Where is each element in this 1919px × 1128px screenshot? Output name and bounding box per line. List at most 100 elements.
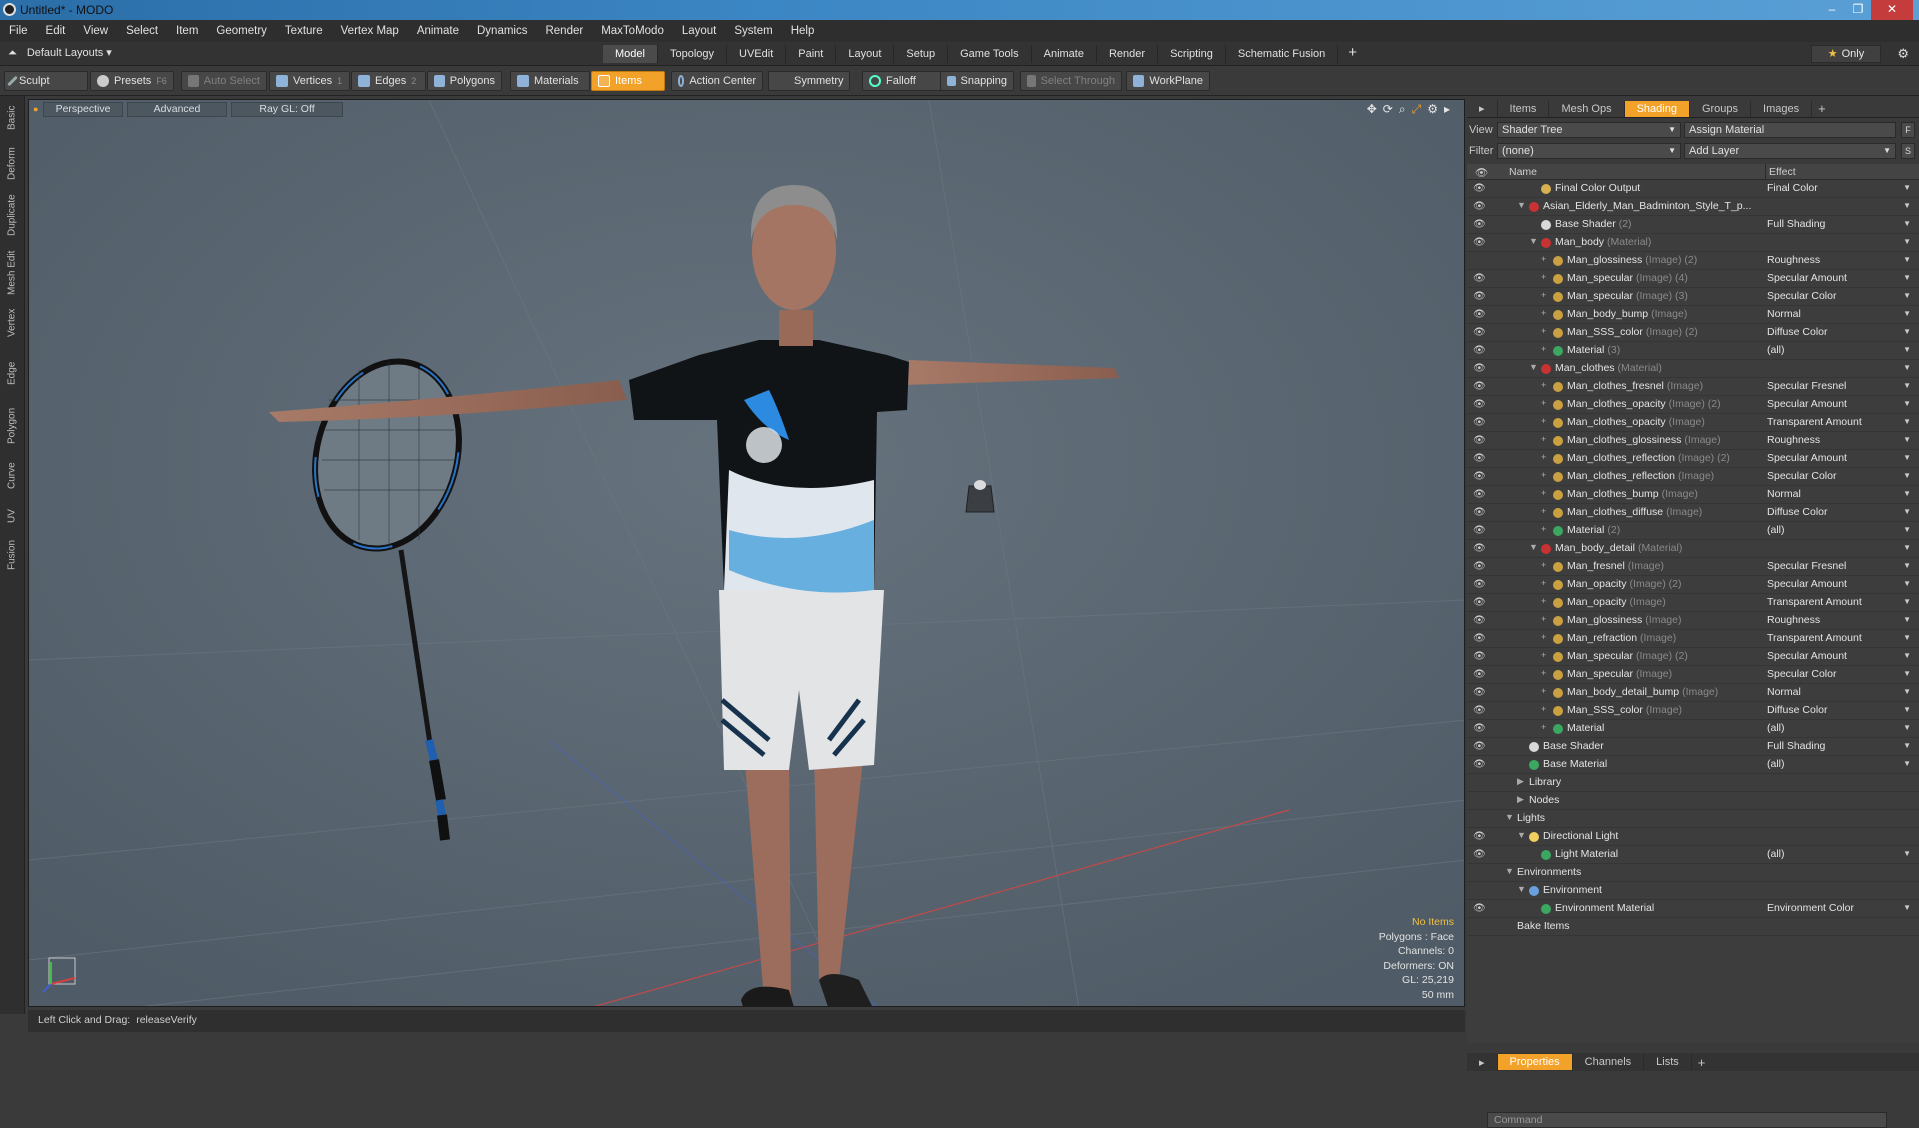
effect-dropdown[interactable]: Specular Amount ▼ xyxy=(1767,272,1915,284)
tab-setup[interactable]: Setup xyxy=(894,45,949,63)
tab-shading[interactable]: Shading xyxy=(1624,100,1690,117)
add-tab-icon[interactable]: + xyxy=(1812,101,1832,116)
menu-texture[interactable]: Texture xyxy=(276,25,332,37)
effect-dropdown[interactable]: Diffuse Color ▼ xyxy=(1767,704,1915,716)
tab-lists[interactable]: Lists xyxy=(1644,1054,1692,1070)
tab-render[interactable]: Render xyxy=(1097,45,1159,63)
tree-row[interactable]: 👁 + Man_clothes_bump (Image) Normal ▼ xyxy=(1467,486,1919,504)
tree-row[interactable]: ▶ Library xyxy=(1467,774,1919,792)
visibility-eye-icon[interactable]: 👁 xyxy=(1473,435,1486,446)
tree-row[interactable]: 👁 Environment Material Environment Color ▼ xyxy=(1467,900,1919,918)
tree-row[interactable]: 👁 ▼ Man_body (Material) ▼ xyxy=(1467,234,1919,252)
tab-topology[interactable]: Topology xyxy=(658,45,728,63)
tree-row[interactable]: 👁 ▼ Man_body_detail (Material) ▼ xyxy=(1467,540,1919,558)
visibility-eye-icon[interactable]: 👁 xyxy=(1473,831,1486,842)
visibility-eye-icon[interactable]: 👁 xyxy=(1473,309,1486,320)
raygl-toggle[interactable]: Ray GL: Off xyxy=(231,102,343,117)
layer-plus-icon[interactable]: + xyxy=(1541,308,1546,318)
tree-row[interactable]: 👁 + Man_refraction (Image) Transparent Amoun… xyxy=(1467,630,1919,648)
add-tab-icon[interactable]: + xyxy=(1338,45,1367,63)
layer-plus-icon[interactable]: + xyxy=(1541,560,1546,570)
tab-model[interactable]: Model xyxy=(603,45,658,63)
name-column-header[interactable]: Name xyxy=(1509,166,1537,178)
layer-plus-icon[interactable]: + xyxy=(1541,650,1546,660)
effect-dropdown[interactable]: Roughness ▼ xyxy=(1767,254,1915,266)
effect-dropdown[interactable]: Transparent Amount ▼ xyxy=(1767,596,1915,608)
menu-layout[interactable]: Layout xyxy=(673,25,726,37)
layer-plus-icon[interactable]: + xyxy=(1541,434,1546,444)
tab-items[interactable]: Items xyxy=(1498,100,1550,117)
effect-dropdown[interactable]: (all) ▼ xyxy=(1767,848,1915,860)
layer-plus-icon[interactable]: + xyxy=(1541,488,1546,498)
expand-arrow-icon[interactable]: ▼ xyxy=(1517,200,1526,210)
edges-button[interactable]: Edges 2 xyxy=(351,71,426,91)
tree-row[interactable]: 👁 + Man_clothes_reflection (Image) Specular … xyxy=(1467,468,1919,486)
menu-render[interactable]: Render xyxy=(536,25,592,37)
expand-arrow-icon[interactable]: ▼ xyxy=(1529,542,1538,552)
visibility-eye-icon[interactable]: 👁 xyxy=(1473,453,1486,464)
visibility-eye-icon[interactable]: 👁 xyxy=(1473,759,1486,770)
layer-plus-icon[interactable]: + xyxy=(1541,398,1546,408)
tab-scripting[interactable]: Scripting xyxy=(1158,45,1226,63)
effect-dropdown[interactable]: Normal ▼ xyxy=(1767,308,1915,320)
rotate-icon[interactable]: ⟳ xyxy=(1383,102,1393,117)
tree-row[interactable]: ▼ Lights xyxy=(1467,810,1919,828)
presets-button[interactable]: Presets F6 xyxy=(90,71,174,91)
tree-row[interactable]: + Man_glossiness (Image) (2) Roughness ▼ xyxy=(1467,252,1919,270)
layer-plus-icon[interactable]: + xyxy=(1541,380,1546,390)
visibility-eye-icon[interactable]: 👁 xyxy=(1473,399,1486,410)
menu-vertex-map[interactable]: Vertex Map xyxy=(332,25,408,37)
visibility-eye-icon[interactable]: 👁 xyxy=(1473,705,1486,716)
effect-dropdown[interactable]: Transparent Amount ▼ xyxy=(1767,632,1915,644)
add-tab-icon[interactable]: + xyxy=(1692,1055,1712,1070)
tree-row[interactable]: 👁 Base Material (all) ▼ xyxy=(1467,756,1919,774)
expand-arrow-icon[interactable]: ▶ xyxy=(1517,776,1524,787)
maximize-icon[interactable]: ❐ xyxy=(1845,0,1871,20)
falloff-button[interactable]: Falloff xyxy=(862,71,946,91)
layer-plus-icon[interactable]: + xyxy=(1541,254,1546,264)
effect-dropdown[interactable]: Final Color ▼ xyxy=(1767,182,1915,194)
viewport-scene[interactable] xyxy=(29,100,1465,1007)
filter-dropdown[interactable]: (none) ▼ xyxy=(1497,143,1681,159)
tab-paint[interactable]: Paint xyxy=(786,45,837,63)
visibility-eye-icon[interactable]: 👁 xyxy=(1473,633,1486,644)
visibility-eye-icon[interactable]: 👁 xyxy=(1473,237,1486,248)
layer-plus-icon[interactable]: + xyxy=(1541,326,1546,336)
viewport-gear-icon[interactable]: ⚙ xyxy=(1427,102,1438,117)
tree-row[interactable]: 👁 + Material (3) (all) ▼ xyxy=(1467,342,1919,360)
effect-dropdown[interactable]: Specular Amount ▼ xyxy=(1767,650,1915,662)
effect-dropdown[interactable]: Normal ▼ xyxy=(1767,488,1915,500)
visibility-eye-icon[interactable]: 👁 xyxy=(1473,687,1486,698)
tree-row[interactable]: 👁 + Man_SSS_color (Image) Diffuse Color ▼ xyxy=(1467,702,1919,720)
tree-row[interactable]: 👁 + Man_clothes_fresnel (Image) Specular Fre… xyxy=(1467,378,1919,396)
effect-dropdown[interactable]: Specular Fresnel ▼ xyxy=(1767,560,1915,572)
menu-select[interactable]: Select xyxy=(117,25,167,37)
gear-icon[interactable]: ⚙ xyxy=(1897,46,1909,62)
pan-icon[interactable]: ✥ xyxy=(1367,102,1377,117)
layer-plus-icon[interactable]: + xyxy=(1541,416,1546,426)
tab-game-tools[interactable]: Game Tools xyxy=(948,45,1032,63)
tree-row[interactable]: Bake Items xyxy=(1467,918,1919,936)
vertices-button[interactable]: Vertices 1 xyxy=(269,71,350,91)
action-center-button[interactable]: Action Center xyxy=(671,71,763,91)
side-tab-mesh-edit[interactable]: Mesh Edit xyxy=(3,248,21,298)
tree-row[interactable]: ▼ Environments xyxy=(1467,864,1919,882)
layer-plus-icon[interactable]: + xyxy=(1541,272,1546,282)
tree-row[interactable]: 👁 + Man_specular (Image) (4) Specular Amount… xyxy=(1467,270,1919,288)
menu-item[interactable]: Item xyxy=(167,25,207,37)
tree-row[interactable]: 👁 Light Material (all) ▼ xyxy=(1467,846,1919,864)
tree-row[interactable]: 👁 + Man_glossiness (Image) Roughness ▼ xyxy=(1467,612,1919,630)
menu-help[interactable]: Help xyxy=(782,25,824,37)
visibility-eye-icon[interactable]: 👁 xyxy=(1473,345,1486,356)
effect-dropdown[interactable]: Specular Color ▼ xyxy=(1767,290,1915,302)
visibility-eye-icon[interactable]: 👁 xyxy=(1473,651,1486,662)
visibility-eye-icon[interactable]: 👁 xyxy=(1473,615,1486,626)
effect-dropdown[interactable]: Specular Amount ▼ xyxy=(1767,578,1915,590)
tab-uvedit[interactable]: UVEdit xyxy=(727,45,787,63)
effect-dropdown[interactable]: Specular Amount ▼ xyxy=(1767,398,1915,410)
layer-plus-icon[interactable]: + xyxy=(1541,506,1546,516)
close-icon[interactable]: ✕ xyxy=(1871,0,1913,20)
visibility-eye-icon[interactable]: 👁 xyxy=(1473,219,1486,230)
visibility-eye-icon[interactable]: 👁 xyxy=(1473,543,1486,554)
side-tab-duplicate[interactable]: Duplicate xyxy=(3,190,21,240)
